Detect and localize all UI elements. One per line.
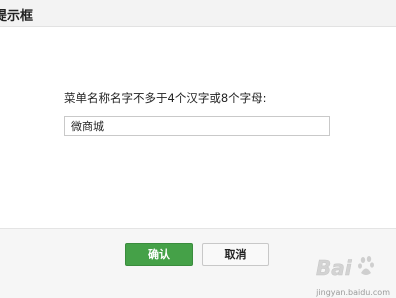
svg-text:Bai: Bai <box>316 256 353 280</box>
baidu-watermark-logo: Bai <box>316 256 374 280</box>
watermark-subtext: jingyan.baidu.com <box>316 288 390 297</box>
dialog-header: 提示框 <box>0 0 396 27</box>
prompt-label: 菜单名称名字不多于4个汉字或8个字母: <box>64 91 267 105</box>
cancel-button[interactable]: 取消 <box>202 243 269 266</box>
dialog-title: 提示框 <box>0 9 34 24</box>
dialog: 提示框 菜单名称名字不多于4个汉字或8个字母: 确认 取消 Bai jingya… <box>0 0 396 298</box>
confirm-button[interactable]: 确认 <box>125 243 193 266</box>
menu-name-input[interactable] <box>64 116 330 136</box>
